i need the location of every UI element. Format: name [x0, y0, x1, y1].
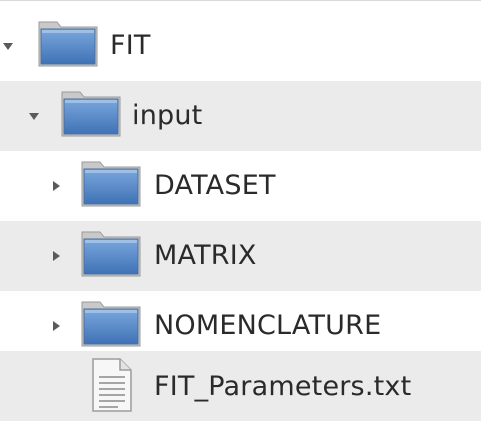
tree-row-input[interactable]: input [0, 81, 481, 151]
tree-row-fit-parameters[interactable]: FIT_Parameters.txt [0, 351, 481, 421]
tree-row-matrix[interactable]: MATRIX [0, 221, 481, 291]
tree-row-label: NOMENCLATURE [154, 310, 382, 341]
folder-icon [58, 86, 124, 146]
triangle-right-icon[interactable] [50, 180, 62, 192]
tree-row-label: MATRIX [154, 240, 257, 271]
triangle-down-icon[interactable] [28, 110, 40, 122]
triangle-right-icon[interactable] [50, 250, 62, 262]
tree-row-label: FIT_Parameters.txt [154, 370, 412, 402]
folder-icon [78, 296, 144, 356]
tree-row-label: FIT [110, 30, 151, 61]
tree-row-fit[interactable]: FIT [0, 11, 481, 81]
triangle-right-icon[interactable] [50, 320, 62, 332]
text-file-icon [90, 357, 134, 417]
file-tree: FIT input DATASET MATRIX NOMENCLATURE FI… [0, 0, 481, 421]
tree-row-label: input [132, 100, 203, 131]
triangle-down-icon[interactable] [2, 40, 14, 52]
folder-icon [78, 226, 144, 286]
folder-icon [78, 156, 144, 216]
folder-icon [35, 16, 101, 76]
tree-row-dataset[interactable]: DATASET [0, 151, 481, 221]
tree-row-label: DATASET [154, 170, 276, 201]
